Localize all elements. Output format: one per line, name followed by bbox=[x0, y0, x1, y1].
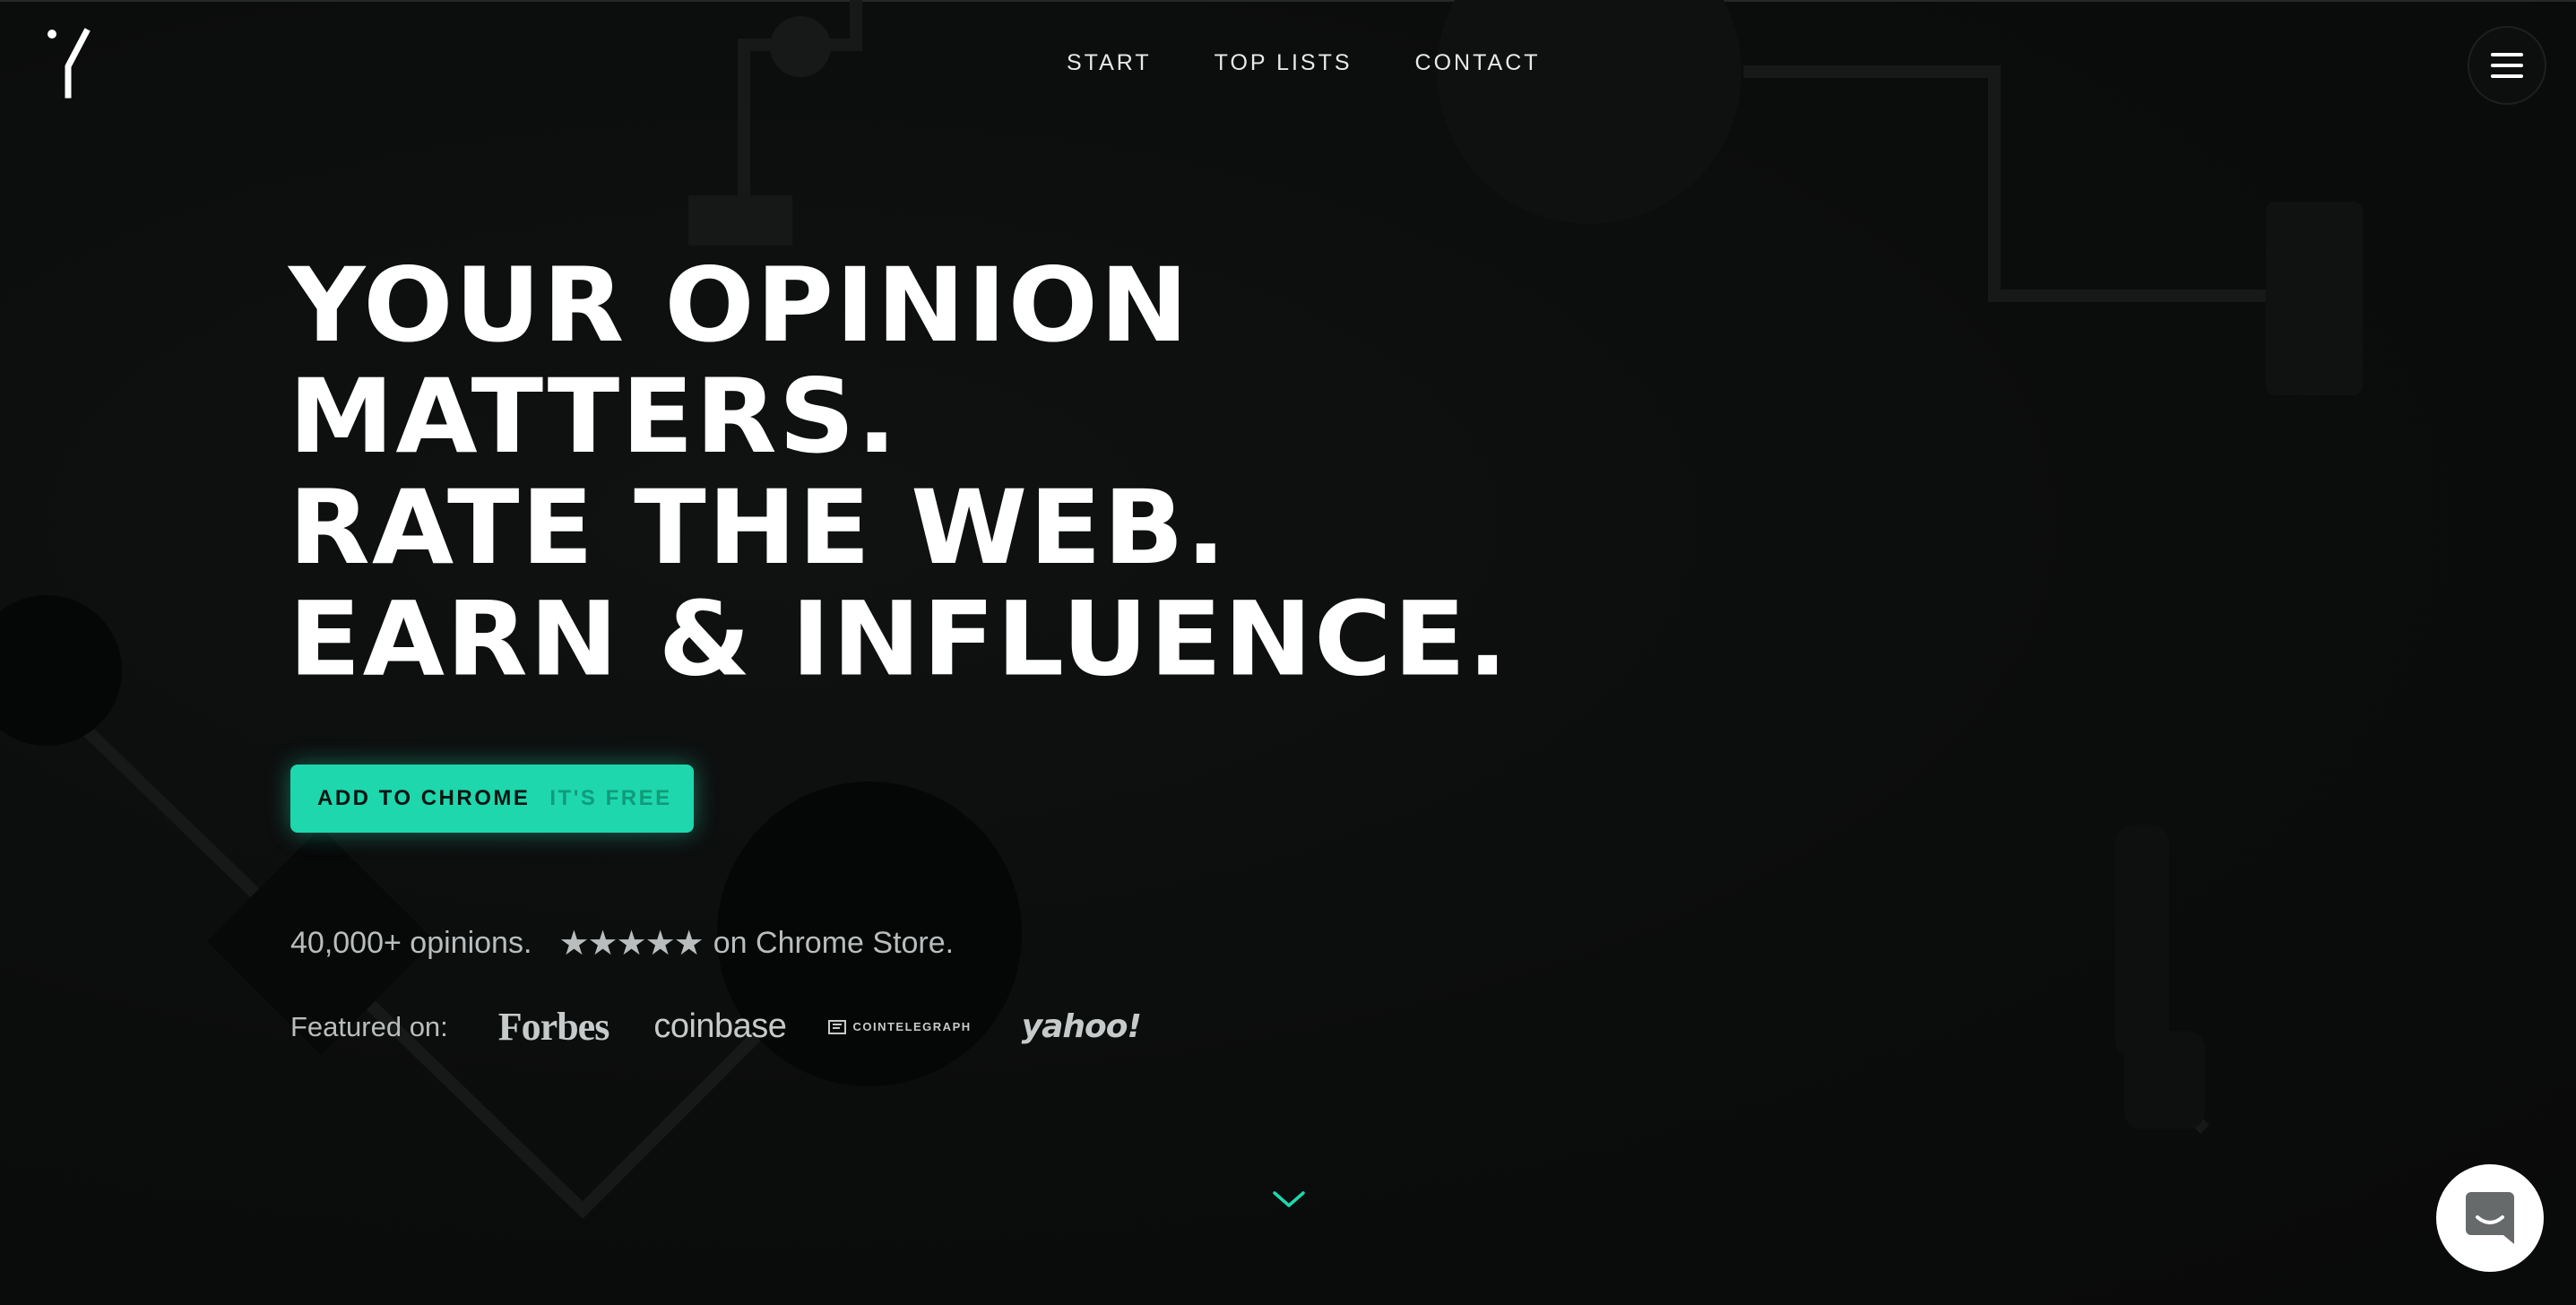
hamburger-icon bbox=[2491, 53, 2523, 78]
nav-contact[interactable]: CONTACT bbox=[1415, 50, 1541, 76]
headline-line-3: RATE THE WEB. bbox=[289, 467, 1228, 588]
hero-headline: YOUR OPINION MATTERS. RATE THE WEB. EARN… bbox=[289, 249, 1509, 695]
rating-text: on Chrome Store. bbox=[713, 926, 955, 960]
chat-icon bbox=[2466, 1192, 2514, 1244]
cointelegraph-logo: COINTELEGRAPH bbox=[827, 1017, 971, 1037]
featured-label: Featured on: bbox=[290, 1010, 448, 1042]
nav-start[interactable]: START bbox=[1067, 50, 1152, 76]
headline-line-4: EARN & INFLUENCE. bbox=[289, 578, 1510, 699]
forbes-logo: Forbes bbox=[497, 1005, 610, 1049]
brand-logo-icon[interactable] bbox=[45, 27, 95, 99]
cointelegraph-text: COINTELEGRAPH bbox=[852, 1020, 972, 1033]
chat-button[interactable] bbox=[2436, 1164, 2544, 1272]
yahoo-logo: yahoo! bbox=[1021, 1008, 1142, 1045]
social-proof: 40,000+ opinions. ★★★★★ on Chrome Store. bbox=[290, 923, 954, 964]
featured-on: Featured on: Forbes coinbase COINTELEGRA… bbox=[290, 1004, 1142, 1050]
add-to-chrome-button[interactable]: ADD TO CHROME IT'S FREE bbox=[290, 765, 694, 833]
cointelegraph-mark-icon bbox=[828, 1019, 847, 1034]
headline-line-1: YOUR OPINION bbox=[289, 245, 1190, 366]
cta-label: ADD TO CHROME bbox=[317, 786, 531, 810]
cta-sublabel: IT'S FREE bbox=[549, 786, 672, 810]
nav-top-lists[interactable]: TOP LISTS bbox=[1215, 50, 1353, 76]
coinbase-logo: coinbase bbox=[653, 1007, 787, 1045]
chevron-down-icon[interactable] bbox=[1271, 1188, 1307, 1211]
headline-line-2: MATTERS. bbox=[289, 356, 899, 477]
top-nav: START TOP LISTS CONTACT bbox=[1067, 50, 1541, 76]
menu-button[interactable] bbox=[2468, 26, 2546, 105]
landing-page: START TOP LISTS CONTACT YOUR OPINION MAT… bbox=[0, 0, 2576, 1305]
star-rating: ★★★★★ bbox=[558, 925, 704, 963]
opinions-count: 40,000+ opinions. bbox=[290, 926, 532, 960]
